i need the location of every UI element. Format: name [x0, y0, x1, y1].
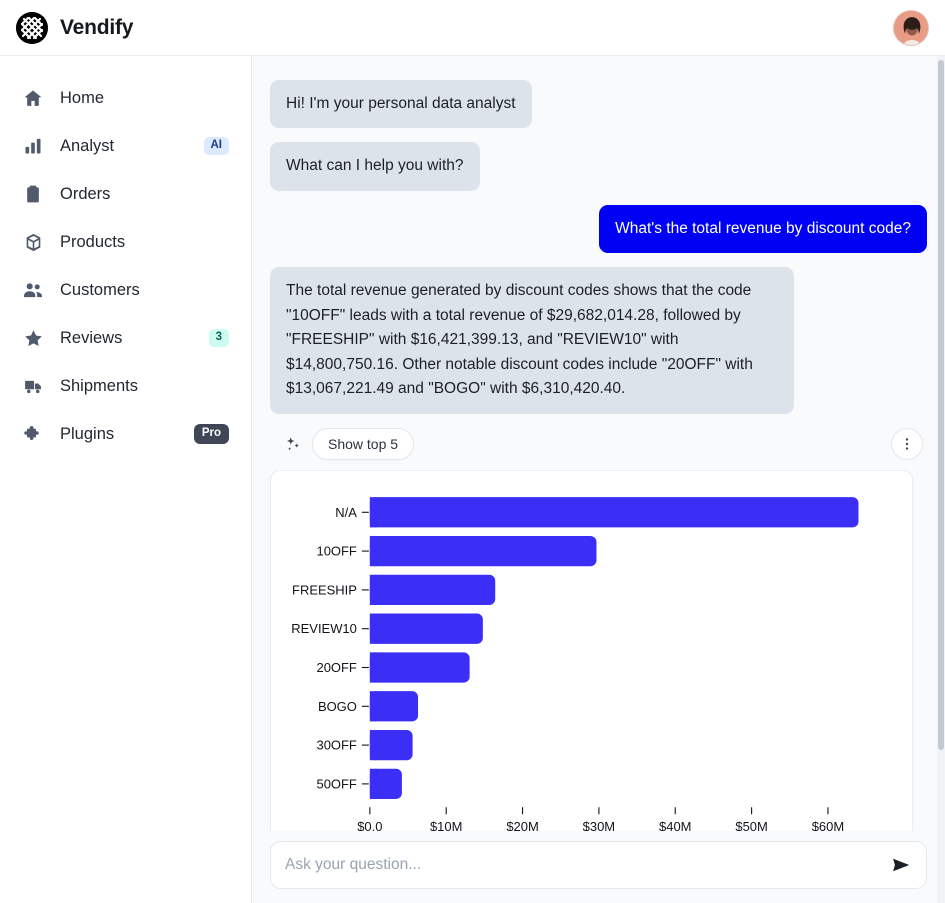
suggestion-row: Show top 5 [284, 427, 927, 460]
sidebar-item-plugins[interactable]: Plugins Pro [0, 410, 251, 458]
y-tick-label: REVIEW10 [291, 621, 357, 636]
assistant-message: Hi! I'm your personal data analyst [270, 80, 532, 129]
clipboard-icon [22, 183, 44, 205]
vertical-scrollbar[interactable] [937, 56, 945, 903]
chart-bar-cap [369, 729, 377, 761]
bar-chart-icon [22, 135, 44, 157]
sidebar-item-label: Orders [60, 184, 111, 203]
chart-bar[interactable] [369, 691, 419, 722]
chart-bar[interactable] [369, 535, 597, 567]
assistant-message: The total revenue generated by discount … [270, 267, 794, 414]
message-row: The total revenue generated by discount … [270, 267, 927, 414]
chat-panel: Hi! I'm your personal data analyst What … [252, 56, 945, 903]
sidebar-item-reviews[interactable]: Reviews 3 [0, 314, 251, 362]
waffle-logo-icon [16, 11, 48, 44]
puzzle-icon [22, 423, 44, 445]
app-root: Vendify Home Analyst AI Orders Products … [0, 0, 945, 903]
brand[interactable]: Vendify [16, 11, 134, 44]
sidebar-item-label: Products [60, 232, 126, 251]
message-row: What's the total revenue by discount cod… [270, 204, 927, 254]
chart-bar[interactable] [369, 497, 859, 528]
sidebar-item-label: Shipments [60, 376, 138, 395]
chart-bar-cap [369, 497, 377, 528]
brand-name: Vendify [60, 15, 134, 39]
home-icon [22, 87, 44, 109]
y-tick-label: FREESHIP [292, 582, 357, 597]
star-icon [22, 327, 44, 349]
sidebar-item-label: Analyst [60, 136, 115, 155]
y-tick-label: 20OFF [317, 660, 357, 675]
y-tick-label: 30OFF [317, 737, 357, 752]
sidebar-item-analyst[interactable]: Analyst AI [0, 122, 251, 170]
user-message: What's the total revenue by discount cod… [599, 204, 927, 254]
y-tick-label: 50OFF [317, 776, 357, 791]
chat-scroll-area[interactable]: Hi! I'm your personal data analyst What … [252, 56, 945, 903]
sidebar-badge-count: 3 [208, 329, 229, 347]
sidebar-item-home[interactable]: Home [0, 74, 251, 122]
avatar[interactable] [893, 9, 929, 46]
sidebar-badge-pro: Pro [193, 424, 229, 444]
sidebar-item-label: Customers [60, 280, 140, 299]
composer[interactable] [270, 841, 927, 889]
sidebar-item-products[interactable]: Products [0, 218, 251, 266]
message-row: Hi! I'm your personal data analyst [270, 80, 927, 129]
sparkle-icon [284, 435, 302, 453]
y-tick-label: BOGO [318, 699, 357, 714]
box-icon [22, 231, 44, 253]
chart-bar-cap [369, 613, 377, 644]
composer-area [252, 831, 945, 903]
chart-bars [369, 497, 859, 799]
chart-x-axis: $0.0 $10M $20M $30M $40M $50M $60M [357, 807, 844, 834]
chart-bar-cap [369, 652, 377, 683]
chart-bar-cap [369, 574, 377, 605]
chart-bar[interactable] [369, 574, 496, 605]
truck-icon [22, 375, 44, 397]
revenue-by-discount-code-chart[interactable]: N/A 10OFF FREESHIP REVIEW10 20OFF BOGO 30OFF 50… [271, 471, 912, 861]
sidebar-item-shipments[interactable]: Shipments [0, 362, 251, 410]
chart-bar[interactable] [369, 613, 483, 644]
message-row: What can I help you with? [270, 142, 927, 191]
y-tick-label: 10OFF [317, 543, 357, 558]
chart-bar-cap [369, 535, 377, 567]
users-icon [22, 279, 44, 301]
scrollbar-thumb[interactable] [938, 60, 944, 750]
chart-bar[interactable] [369, 652, 470, 683]
sidebar-item-label: Reviews [60, 328, 123, 347]
chart-bar-cap [369, 768, 377, 799]
search-input[interactable] [285, 856, 890, 874]
chart-card[interactable]: N/A 10OFF FREESHIP REVIEW10 20OFF BOGO 30OFF 50… [270, 469, 913, 862]
y-tick-label: N/A [335, 505, 357, 520]
sidebar-item-orders[interactable]: Orders [0, 170, 251, 218]
chart-y-axis: N/A 10OFF FREESHIP REVIEW10 20OFF BOGO 30OFF 50… [291, 505, 369, 791]
sidebar-item-label: Home [60, 88, 105, 107]
sidebar: Home Analyst AI Orders Products Customer… [0, 56, 252, 903]
chart-bar-cap [369, 691, 377, 722]
body: Home Analyst AI Orders Products Customer… [0, 56, 945, 903]
app-header: Vendify [0, 0, 945, 56]
send-icon[interactable] [890, 854, 912, 876]
assistant-message: What can I help you with? [270, 142, 480, 191]
sidebar-item-customers[interactable]: Customers [0, 266, 251, 314]
more-vertical-icon[interactable] [891, 427, 923, 460]
sidebar-badge-ai: AI [203, 137, 229, 155]
show-top-5-chip[interactable]: Show top 5 [312, 427, 415, 460]
sidebar-item-label: Plugins [60, 424, 115, 443]
